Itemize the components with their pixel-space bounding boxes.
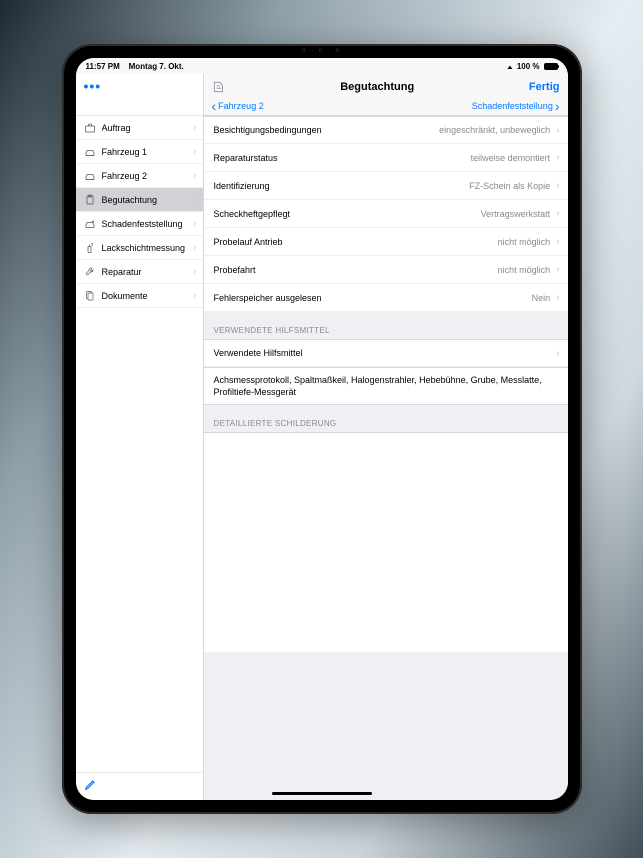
split-view: ••• Auftrag›Fahrzeug 1›Fahrzeug 2›Beguta…	[76, 74, 568, 800]
content-scroll[interactable]: Besichtigungsbedingungeneingeschränkt, u…	[204, 116, 568, 800]
sidebar-item-label: Auftrag	[102, 123, 188, 133]
row-value: nicht möglich	[498, 237, 557, 247]
row-label: Reparaturstatus	[214, 153, 471, 163]
chevron-right-icon: ›	[193, 290, 196, 301]
inspection-icon	[212, 80, 226, 94]
briefcase-icon	[84, 122, 96, 134]
row-value: eingeschränkt, unbeweglich	[439, 125, 556, 135]
ipad-camera-dots: o · o · o	[302, 48, 341, 54]
car-crash-icon	[84, 218, 96, 230]
sidebar-item-label: Begutachtung	[102, 195, 188, 205]
chevron-right-icon: ›	[556, 292, 559, 303]
page-title: Begutachtung	[340, 81, 414, 93]
chevron-right-icon: ›	[556, 125, 559, 136]
nav-bar: Begutachtung Fertig Fahrzeug 2 Schadenfe…	[204, 74, 568, 116]
row-value: FZ-Schein als Kopie	[469, 181, 556, 191]
sidebar-item-begutachtung[interactable]: Begutachtung ›	[76, 188, 203, 212]
row-label: Identifizierung	[214, 181, 470, 191]
chevron-right-icon: ›	[193, 218, 196, 229]
chevron-right-icon: ›	[556, 152, 559, 163]
row-tools[interactable]: Verwendete Hilfsmittel ›	[204, 339, 568, 367]
chevron-right-icon: ›	[556, 208, 559, 219]
more-button[interactable]: •••	[84, 78, 102, 94]
car-icon	[84, 146, 96, 158]
sidebar-top: •••	[76, 74, 203, 116]
chevron-right-icon: ›	[556, 180, 559, 191]
status-date: Montag 7. Okt.	[129, 62, 184, 71]
row-label: Fehlerspeicher ausgelesen	[214, 293, 532, 303]
chevron-right-icon: ›	[193, 194, 196, 205]
sidebar-item-label: Fahrzeug 1	[102, 147, 188, 157]
nav-forward-button[interactable]: Schadenfeststellung	[472, 101, 560, 111]
status-bar: 11:57 PM Montag 7. Okt. 100 %	[76, 58, 568, 74]
row-label: Verwendete Hilfsmittel	[214, 348, 557, 358]
car-icon	[84, 170, 96, 182]
home-indicator[interactable]	[272, 792, 372, 795]
sidebar-item-label: Schadenfeststellung	[102, 219, 188, 229]
sidebar-bottom	[76, 772, 203, 800]
sidebar-item-schadenfeststellung[interactable]: Schadenfeststellung ›	[76, 212, 203, 236]
spray-icon	[84, 242, 96, 254]
form-row[interactable]: Reparaturstatusteilweise demontiert›	[204, 144, 568, 172]
battery-percent: 100 %	[517, 62, 540, 71]
row-label: Probefahrt	[214, 265, 498, 275]
row-label: Probelauf Antrieb	[214, 237, 498, 247]
edit-icon[interactable]	[84, 777, 98, 796]
sidebar-item-lackschichtmessung[interactable]: Lackschichtmessung ›	[76, 236, 203, 260]
sidebar: ••• Auftrag›Fahrzeug 1›Fahrzeug 2›Beguta…	[76, 74, 204, 800]
row-label: Scheckheftgepflegt	[214, 209, 481, 219]
row-value: teilweise demontiert	[471, 153, 557, 163]
sidebar-item-dokumente[interactable]: Dokumente ›	[76, 284, 203, 308]
form-row[interactable]: Besichtigungsbedingungeneingeschränkt, u…	[204, 116, 568, 144]
docs-icon	[84, 290, 96, 302]
form-row[interactable]: IdentifizierungFZ-Schein als Kopie›	[204, 172, 568, 200]
row-value: nicht möglich	[498, 265, 557, 275]
sidebar-item-label: Reparatur	[102, 267, 188, 277]
sidebar-list: Auftrag›Fahrzeug 1›Fahrzeug 2›Begutachtu…	[76, 116, 203, 772]
sidebar-item-auftrag[interactable]: Auftrag ›	[76, 116, 203, 140]
detail-textarea[interactable]	[204, 432, 568, 652]
row-label: Besichtigungsbedingungen	[214, 125, 440, 135]
clipboard-icon	[84, 194, 96, 206]
form-row[interactable]: Probefahrtnicht möglich›	[204, 256, 568, 284]
chevron-right-icon: ›	[193, 146, 196, 157]
nav-forward-label: Schadenfeststellung	[472, 101, 553, 111]
status-left: 11:57 PM Montag 7. Okt.	[86, 62, 184, 71]
chevron-right-icon: ›	[193, 242, 196, 253]
chevron-right-icon: ›	[556, 236, 559, 247]
row-value: Nein	[532, 293, 557, 303]
section-header-detail: Detaillierte Schilderung	[204, 405, 568, 432]
sidebar-item-label: Dokumente	[102, 291, 188, 301]
chevron-right-icon: ›	[193, 266, 196, 277]
status-time: 11:57 PM	[86, 62, 120, 71]
sidebar-item-fahrzeug1[interactable]: Fahrzeug 1 ›	[76, 140, 203, 164]
sidebar-item-reparatur[interactable]: Reparatur ›	[76, 260, 203, 284]
form-rows: Besichtigungsbedingungeneingeschränkt, u…	[204, 116, 568, 312]
tools-textblock: Achsmessprotokoll, Spaltmaßkeil, Halogen…	[204, 367, 568, 405]
form-row[interactable]: Probelauf Antriebnicht möglich›	[204, 228, 568, 256]
ipad-frame: o · o · o 11:57 PM Montag 7. Okt. 100 % …	[62, 44, 582, 814]
main-pane: Begutachtung Fertig Fahrzeug 2 Schadenfe…	[204, 74, 568, 800]
chevron-right-icon: ›	[556, 348, 559, 359]
form-row[interactable]: ScheckheftgepflegtVertragswerkstatt›	[204, 200, 568, 228]
ipad-screen: 11:57 PM Montag 7. Okt. 100 % ••• Auftra…	[76, 58, 568, 800]
row-value: Vertragswerkstatt	[481, 209, 557, 219]
sidebar-item-label: Lackschichtmessung	[102, 243, 188, 253]
battery-icon	[544, 63, 558, 70]
done-button[interactable]: Fertig	[529, 81, 560, 93]
nav-back-button[interactable]: Fahrzeug 2	[212, 101, 264, 111]
sidebar-item-label: Fahrzeug 2	[102, 171, 188, 181]
section-header-tools: Verwendete Hilfsmittel	[204, 312, 568, 339]
chevron-right-icon: ›	[193, 122, 196, 133]
chevron-right-icon: ›	[193, 170, 196, 181]
sidebar-item-fahrzeug2[interactable]: Fahrzeug 2 ›	[76, 164, 203, 188]
wrench-icon	[84, 266, 96, 278]
nav-back-label: Fahrzeug 2	[218, 101, 264, 111]
chevron-right-icon: ›	[556, 264, 559, 275]
status-right: 100 %	[507, 62, 558, 71]
wifi-icon	[507, 62, 513, 71]
form-row[interactable]: Fehlerspeicher ausgelesenNein›	[204, 284, 568, 312]
